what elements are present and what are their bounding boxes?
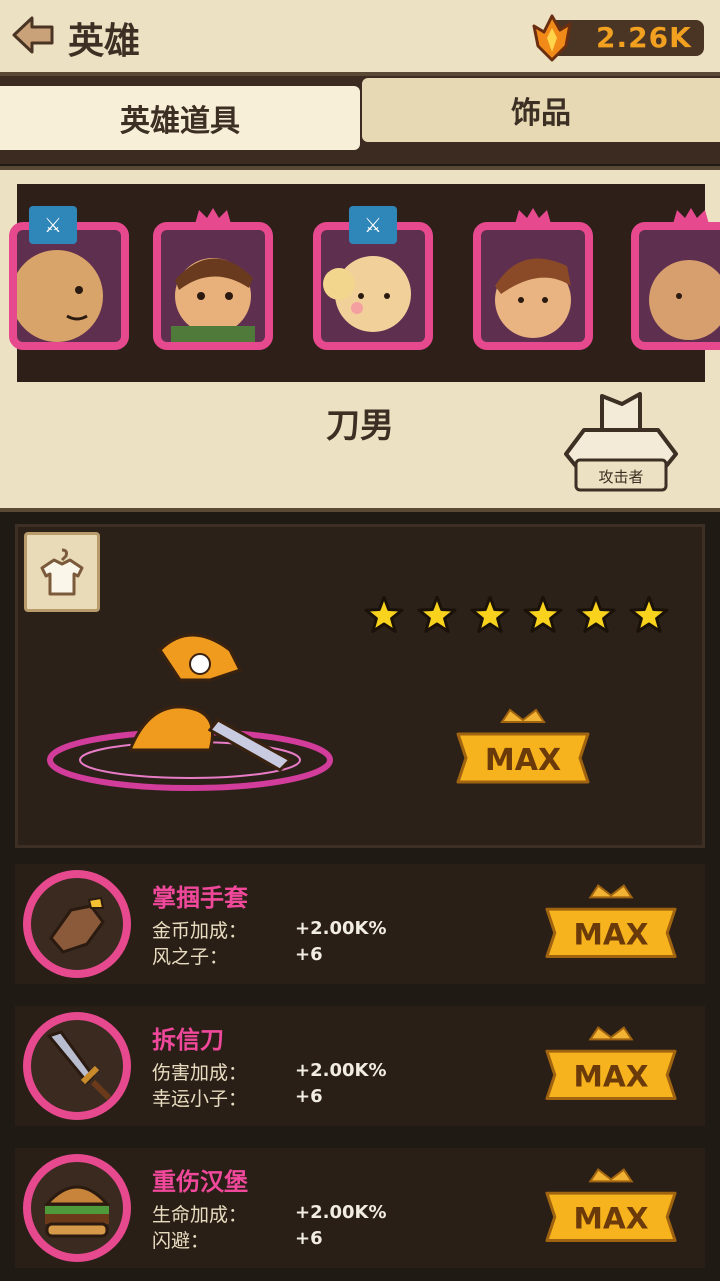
equipped-sword-badge-icon: ⚔ bbox=[349, 206, 397, 244]
item-name: 重伤汉堡 bbox=[152, 1168, 248, 1196]
glove-icon bbox=[49, 896, 105, 954]
tab-hero-items[interactable]: 英雄道具 bbox=[0, 86, 360, 150]
tab-bar: 英雄道具 饰品 bbox=[0, 76, 720, 164]
stat-value: +6 bbox=[295, 944, 323, 965]
max-badge: MAX bbox=[545, 884, 677, 958]
max-level-badge: MAX bbox=[456, 708, 590, 784]
stat-label: 闪避： bbox=[152, 1230, 210, 1252]
stat-label: 生命加成： bbox=[152, 1204, 248, 1226]
currency-display: 2.26K bbox=[526, 12, 706, 62]
item-icon-frame bbox=[23, 1012, 131, 1120]
hero-character-sprite-icon bbox=[47, 633, 333, 791]
crown-icon bbox=[673, 208, 709, 224]
item-name: 掌掴手套 bbox=[152, 884, 248, 912]
max-badge: MAX bbox=[545, 1168, 677, 1242]
equipped-sword-badge-icon: ⚔ bbox=[29, 206, 77, 244]
page-title: 英雄 bbox=[68, 21, 141, 62]
max-level-label: MAX bbox=[485, 743, 561, 778]
item-icon-frame bbox=[23, 870, 131, 978]
star-icon bbox=[576, 596, 616, 633]
star-icon bbox=[417, 596, 457, 633]
max-label: MAX bbox=[573, 1060, 648, 1094]
hero-portrait[interactable] bbox=[631, 222, 720, 350]
stat-label: 幸运小子： bbox=[152, 1088, 248, 1110]
stat-label: 金币加成： bbox=[152, 920, 248, 942]
crown-icon bbox=[515, 208, 551, 224]
hero-portrait[interactable] bbox=[153, 222, 273, 350]
ponytail-hero-face-icon bbox=[495, 258, 571, 338]
bald-hero-face-icon bbox=[17, 250, 103, 342]
sword-icon bbox=[46, 1030, 112, 1101]
item-row[interactable]: 拆信刀 伤害加成： +2.00K% 幸运小子： +6 MAX bbox=[15, 1006, 705, 1126]
outfit-button[interactable] bbox=[24, 532, 100, 612]
shirt-hanger-icon bbox=[40, 548, 84, 596]
top-header: 英雄 2.26K bbox=[0, 0, 720, 76]
role-label: 攻击者 bbox=[598, 468, 644, 486]
burger-icon bbox=[43, 1185, 111, 1238]
hero-select-panel: ⚔ ⚔ 刀男 攻击者 bbox=[0, 166, 720, 512]
hero-portrait-strip[interactable]: ⚔ ⚔ bbox=[9, 184, 720, 382]
max-badge: MAX bbox=[545, 1026, 677, 1100]
bald-brute-face-icon bbox=[649, 260, 720, 340]
stat-label: 风之子： bbox=[152, 946, 229, 968]
stat-value: +2.00K% bbox=[295, 1060, 387, 1081]
item-row[interactable]: 掌掴手套 金币加成： +2.00K% 风之子： +6 MAX bbox=[15, 864, 705, 984]
star-icon bbox=[629, 596, 669, 633]
stat-value: +6 bbox=[295, 1228, 323, 1249]
blonde-hero-face-icon bbox=[323, 256, 411, 332]
tab-accessories[interactable]: 饰品 bbox=[362, 78, 720, 142]
max-label: MAX bbox=[573, 1202, 648, 1236]
crown-icon bbox=[195, 208, 231, 224]
currency-value: 2.26K bbox=[596, 21, 692, 54]
star-icon bbox=[523, 596, 563, 633]
max-label: MAX bbox=[573, 918, 648, 952]
brown-hair-hero-face-icon bbox=[171, 258, 255, 342]
star-icon bbox=[470, 596, 510, 633]
stat-value: +2.00K% bbox=[295, 1202, 387, 1223]
stat-label: 伤害加成： bbox=[152, 1062, 248, 1084]
star-icon bbox=[364, 596, 404, 633]
stat-value: +2.00K% bbox=[295, 918, 387, 939]
item-row[interactable]: 重伤汉堡 生命加成： +2.00K% 闪避： +6 MAX bbox=[15, 1148, 705, 1268]
star-rating bbox=[364, 596, 669, 633]
back-arrow-icon[interactable] bbox=[10, 12, 56, 58]
item-icon-frame bbox=[23, 1154, 131, 1262]
item-name: 拆信刀 bbox=[152, 1026, 224, 1054]
crystal-flame-icon bbox=[532, 14, 572, 62]
stat-value: +6 bbox=[295, 1086, 323, 1107]
hero-portrait[interactable] bbox=[473, 222, 593, 350]
